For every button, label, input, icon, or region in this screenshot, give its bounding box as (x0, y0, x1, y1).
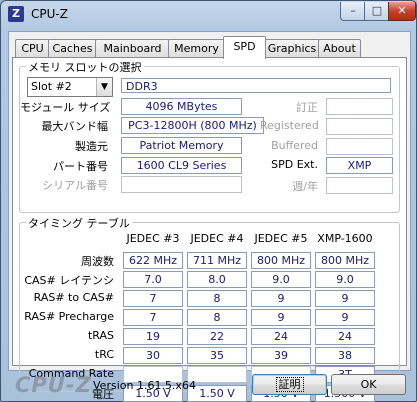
correction-label: 訂正 (296, 101, 318, 114)
memory-type-field: DDR3 (121, 78, 391, 93)
timing-value-field: 8 (187, 290, 247, 307)
timing-value-field: 7.0 (123, 271, 183, 288)
timing-value-field: 9.0 (251, 271, 311, 288)
tab-about[interactable]: About (318, 39, 361, 58)
spd-ext-label: SPD Ext. (271, 158, 318, 171)
ok-button[interactable]: OK (331, 374, 406, 395)
tab-cpu[interactable]: CPU (15, 39, 50, 58)
close-button[interactable]: ✕ (388, 2, 416, 21)
timing-value-field: 9 (315, 290, 375, 307)
slot-select[interactable]: Slot #2 ▼ (27, 77, 113, 97)
slot-group: メモリ スロットの選択 Slot #2 ▼ DDR3 モジュール サイズ 409… (19, 59, 400, 213)
tab-spd[interactable]: SPD (223, 36, 266, 59)
maximize-button[interactable]: □ (364, 2, 390, 21)
week-year-label: 週/年 (292, 180, 318, 193)
about-button-label: 証明 (275, 377, 304, 392)
timing-column-header: JEDEC #5 (254, 232, 308, 245)
client-area: CPU Caches Mainboard Memory SPD Graphics… (8, 31, 411, 402)
timing-value-field: 38 (315, 347, 375, 364)
spd-panel: メモリ スロットの選択 Slot #2 ▼ DDR3 モジュール サイズ 409… (12, 57, 407, 402)
timing-column-header: JEDEC #4 (190, 232, 244, 245)
buffered-label: Buffered (271, 139, 318, 152)
version-label: Version 1.61.5.x64 (93, 379, 196, 392)
registered-field (326, 118, 393, 135)
slot-group-title: メモリ スロットの選択 (26, 59, 144, 75)
part-number-label: パート番号 (53, 160, 108, 173)
timing-value-field: 7 (123, 290, 183, 307)
timing-row-label: tRAS (87, 329, 114, 342)
about-button[interactable]: 証明 (252, 374, 327, 395)
serial-number-label: シリアル番号 (42, 179, 108, 192)
timing-value-field: 9 (315, 309, 375, 326)
cpuz-app-icon: Z (8, 6, 24, 22)
timing-value-field: 22 (187, 328, 247, 345)
timing-value-field: 9 (251, 290, 311, 307)
max-bandwidth-label: 最大バンド幅 (41, 120, 108, 133)
timings-group: タイミング テーブル JEDEC #3 JEDEC #4 JEDEC #5 XMP-1… (19, 215, 400, 402)
correction-field (326, 98, 393, 115)
slot-select-value: Slot #2 (31, 80, 72, 93)
timing-value-field: 9.0 (315, 271, 375, 288)
tab-graphics[interactable]: Graphics (264, 39, 320, 58)
timing-value-field: 800 MHz (315, 252, 375, 269)
timing-row-label: 周波数 (81, 255, 114, 268)
max-bandwidth-field: PC3-12800H (800 MHz) (121, 117, 264, 134)
timing-value-field: 8.0 (187, 271, 247, 288)
week-year-field (326, 177, 393, 194)
tab-mainboard[interactable]: Mainboard (95, 39, 170, 58)
cpuz-logo: CPU-Z (15, 373, 92, 397)
timing-row-label: tRC (94, 348, 114, 361)
timing-column-header: XMP-1600 (317, 232, 373, 245)
timing-row-label: RAS# Precharge (24, 310, 114, 323)
registered-label: Registered (260, 119, 319, 132)
spd-ext-field: XMP (326, 157, 393, 174)
timing-value-field: 30 (123, 347, 183, 364)
timing-value-field: 24 (251, 328, 311, 345)
timing-value-field: 35 (187, 347, 247, 364)
module-size-label: モジュール サイズ (20, 101, 111, 114)
timing-value-field: 7 (123, 309, 183, 326)
timing-row-label: CAS# レイテンシ (24, 274, 114, 287)
window-title: CPU-Z (31, 7, 68, 21)
timing-value-field: 800 MHz (251, 252, 311, 269)
timing-value-field: 24 (315, 328, 375, 345)
manufacturer-label: 製造元 (75, 140, 108, 153)
minimize-button[interactable]: – (340, 2, 366, 21)
timing-value-field: 9 (251, 309, 311, 326)
part-number-field: 1600 CL9 Series (121, 157, 242, 174)
timing-value-field: 711 MHz (187, 252, 247, 269)
serial-number-field (121, 176, 242, 193)
timing-value-field: 8 (187, 309, 247, 326)
timing-value-field: 19 (123, 328, 183, 345)
title-bar[interactable]: Z CPU-Z – □ ✕ (1, 1, 416, 29)
timing-column-header: JEDEC #3 (126, 232, 180, 245)
buffered-field (326, 138, 393, 155)
footer: CPU-Z Version 1.61.5.x64 証明 OK (1, 369, 416, 401)
timing-row-label: RAS# to CAS# (33, 291, 114, 304)
module-size-field: 4096 MBytes (121, 98, 242, 115)
cpuz-window: Z CPU-Z – □ ✕ CPU Caches Mainboard Memor… (0, 0, 417, 402)
timing-value-field: 39 (251, 347, 311, 364)
timings-group-title: タイミング テーブル (26, 215, 132, 231)
timing-value-field: 622 MHz (123, 252, 183, 269)
tab-memory[interactable]: Memory (168, 39, 225, 58)
manufacturer-field: Patriot Memory (121, 137, 242, 154)
tab-strip: CPU Caches Mainboard Memory SPD Graphics… (12, 36, 406, 59)
tab-caches[interactable]: Caches (48, 39, 97, 58)
chevron-down-icon[interactable]: ▼ (96, 78, 112, 96)
